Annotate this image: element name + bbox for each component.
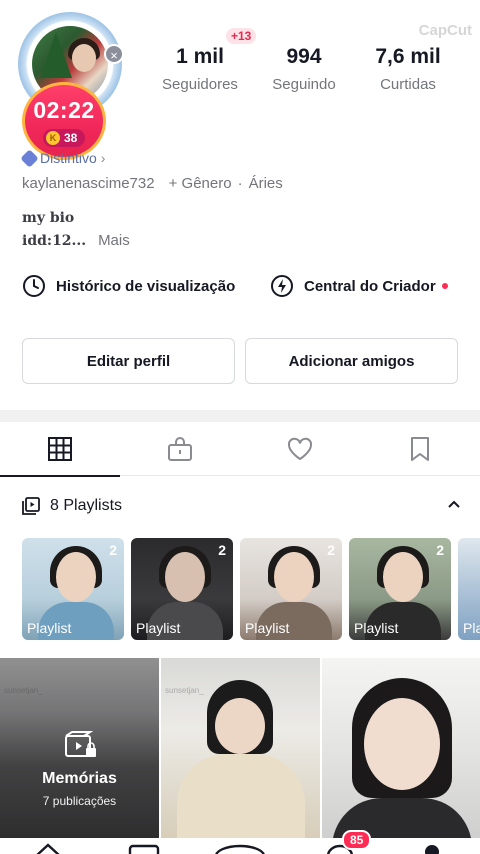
coin-count: K 38 bbox=[43, 129, 85, 147]
badge-link[interactable]: Distintivo › bbox=[19, 148, 106, 168]
playlist-count: 2 bbox=[436, 542, 444, 558]
playlists-count-label: 8 Playlists bbox=[50, 497, 123, 514]
video-thumbnail[interactable] bbox=[322, 658, 480, 838]
badge-label: Distintivo bbox=[40, 150, 97, 166]
playlist-label: Pla bbox=[463, 620, 480, 636]
video-thumbnail[interactable]: sunsetjan_ bbox=[161, 658, 320, 838]
timer-text: 02:22 bbox=[33, 97, 95, 123]
playlist-label: Playlist bbox=[136, 620, 181, 636]
playlists-header[interactable]: 8 Playlists bbox=[22, 494, 462, 518]
bio-more-link[interactable]: Mais bbox=[98, 232, 130, 249]
followers-count: 1 mil bbox=[176, 45, 224, 68]
live-timer-badge[interactable]: 02:22 K 38 bbox=[22, 82, 106, 160]
likes-stat[interactable]: 7,6 mil Curtidas bbox=[356, 42, 460, 93]
zodiac-sign[interactable]: Áries bbox=[249, 175, 283, 192]
coin-value: 38 bbox=[64, 131, 78, 145]
dot-separator: · bbox=[237, 175, 243, 192]
tab-liked[interactable] bbox=[240, 422, 360, 476]
following-stat[interactable]: 994 Seguindo bbox=[256, 42, 352, 93]
profile-icon[interactable] bbox=[422, 844, 442, 854]
add-friends-button[interactable]: Adicionar amigos bbox=[245, 338, 458, 384]
watch-history-link[interactable]: Histórico de visualização bbox=[22, 274, 235, 298]
playlist-card[interactable]: 2 Playlist bbox=[22, 538, 124, 640]
tab-private[interactable] bbox=[120, 422, 240, 476]
username: kaylanenascime732 bbox=[22, 175, 155, 192]
video-grid: sunsetjan_ Memórias 7 publicações sunset… bbox=[0, 658, 480, 838]
following-label: Seguindo bbox=[272, 76, 336, 93]
playlist-card[interactable]: Pla bbox=[458, 538, 480, 640]
playlist-count: 2 bbox=[218, 542, 226, 558]
watch-history-label: Histórico de visualização bbox=[56, 277, 236, 295]
home-icon[interactable] bbox=[34, 842, 62, 854]
tab-videos[interactable] bbox=[0, 422, 120, 477]
profile-stats: 1 mil Seguidores +13 994 Seguindo 7,6 mi… bbox=[150, 28, 460, 102]
bio-code: idd:12... bbox=[22, 233, 87, 249]
bio-line-2: idd:12... Mais bbox=[22, 232, 130, 249]
bio-line-1: my bio bbox=[22, 210, 75, 226]
likes-count: 7,6 mil bbox=[375, 45, 441, 68]
playlist-label: Playlist bbox=[354, 620, 399, 636]
chevron-up-icon[interactable] bbox=[446, 496, 462, 512]
playlist-count: 2 bbox=[109, 542, 117, 558]
memories-title: Memórias bbox=[42, 770, 117, 787]
followers-label: Seguidores bbox=[162, 76, 238, 93]
notification-dot bbox=[441, 283, 448, 289]
heart-icon bbox=[287, 437, 313, 461]
clock-icon bbox=[23, 275, 45, 297]
profile-info-row: kaylanenascime732 + Gênero · Áries bbox=[22, 175, 283, 192]
new-followers-badge: +13 bbox=[226, 28, 257, 44]
creator-center-label: Central do Criador bbox=[304, 277, 436, 295]
playlist-card[interactable]: 2 Playlist bbox=[349, 538, 451, 640]
likes-label: Curtidas bbox=[380, 76, 436, 93]
friends-icon[interactable] bbox=[128, 844, 160, 854]
memories-card[interactable]: sunsetjan_ Memórias 7 publicações bbox=[0, 658, 159, 838]
chevron-right-icon: › bbox=[100, 150, 106, 166]
creator-center-link[interactable]: Central do Criador bbox=[270, 274, 448, 298]
bottom-nav: 85 bbox=[0, 830, 480, 854]
playlist-card[interactable]: 2 Playlist bbox=[131, 538, 233, 640]
grid-icon bbox=[48, 437, 72, 461]
badge-icon bbox=[19, 148, 39, 168]
section-divider bbox=[0, 410, 480, 422]
inbox-badge: 85 bbox=[342, 830, 372, 850]
playlist-carousel[interactable]: 2 Playlist 2 Playlist 2 Playlist 2 Playl… bbox=[22, 538, 480, 640]
bookmark-icon bbox=[411, 437, 429, 461]
followers-stat[interactable]: 1 mil Seguidores bbox=[150, 42, 250, 93]
gender-link[interactable]: + Gênero bbox=[169, 175, 232, 192]
playlist-label: Playlist bbox=[245, 620, 290, 636]
coin-icon: K bbox=[46, 131, 60, 145]
create-icon[interactable] bbox=[214, 844, 266, 854]
memories-icon bbox=[65, 731, 96, 757]
memories-subtitle: 7 publicações bbox=[42, 794, 117, 808]
video-watermark: sunsetjan_ bbox=[165, 686, 204, 695]
profile-tabs bbox=[0, 422, 480, 477]
following-count: 994 bbox=[286, 45, 322, 68]
lightning-icon bbox=[271, 275, 293, 297]
playlist-count: 2 bbox=[327, 542, 335, 558]
playlist-icon bbox=[22, 497, 40, 515]
lock-icon bbox=[168, 437, 192, 461]
close-icon[interactable]: × bbox=[104, 44, 124, 64]
tab-saved[interactable] bbox=[360, 422, 480, 476]
edit-profile-button[interactable]: Editar perfil bbox=[22, 338, 235, 384]
playlist-card[interactable]: 2 Playlist bbox=[240, 538, 342, 640]
avatar-area[interactable]: × 02:22 K 38 bbox=[18, 12, 126, 160]
playlist-label: Playlist bbox=[27, 620, 72, 636]
profile-links: Histórico de visualização Central do Cri… bbox=[22, 274, 462, 300]
capcut-watermark: CapCut bbox=[418, 22, 472, 39]
